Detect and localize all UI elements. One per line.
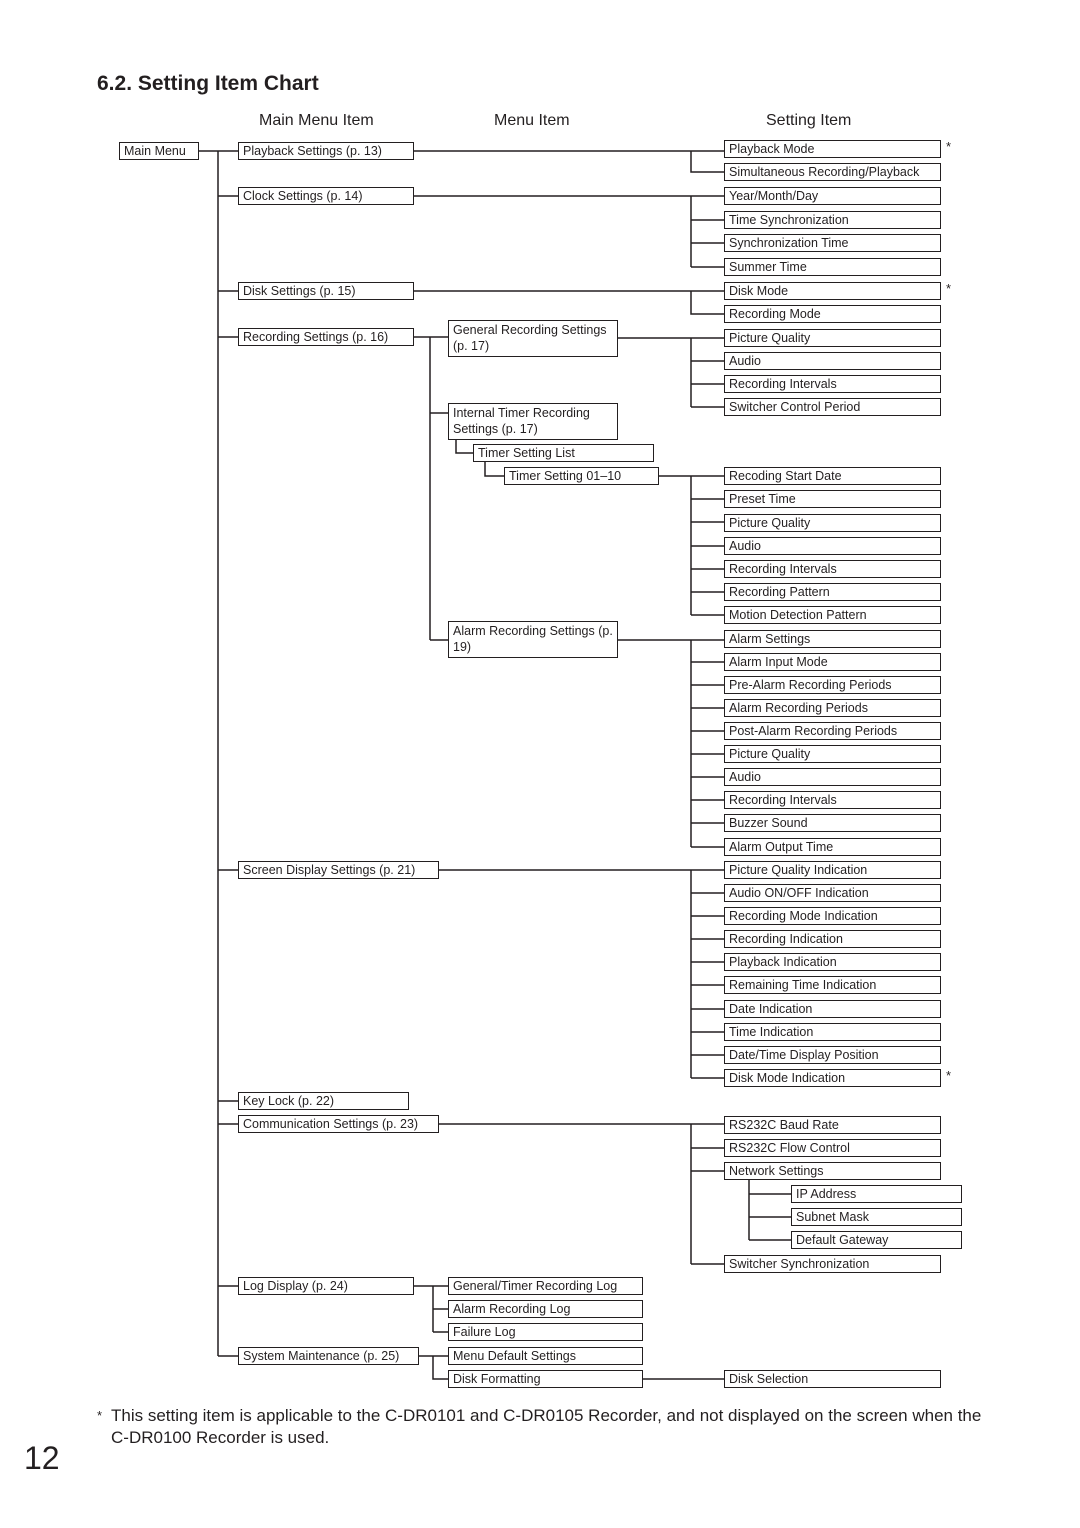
setting-item: Audio [724, 768, 941, 786]
setting-item: Recording Intervals [724, 560, 941, 578]
setting-item: Alarm Input Mode [724, 653, 941, 671]
menu-item: Failure Log [448, 1323, 643, 1341]
main-menu-item: Recording Settings (p. 16) [238, 328, 414, 346]
footnote-star-marker: * [946, 1068, 952, 1083]
setting-item: Recording Pattern [724, 583, 941, 601]
menu-item: Alarm Recording Settings (p. 19) [448, 621, 618, 658]
setting-item: Recoding Start Date [724, 467, 941, 485]
connector-lines [198, 150, 792, 1380]
setting-item: Picture Quality Indication [724, 861, 941, 879]
root-main-menu-box: Main Menu [119, 142, 199, 160]
setting-item: Pre-Alarm Recording Periods [724, 676, 941, 694]
main-menu-item: Playback Settings (p. 13) [238, 142, 414, 160]
menu-item: Internal Timer Recording Settings (p. 17… [448, 403, 618, 440]
connector [432, 1356, 448, 1380]
setting-item: Switcher Synchronization [724, 1255, 941, 1273]
menu-item: General/Timer Recording Log [448, 1277, 643, 1295]
connector [690, 291, 725, 315]
network-sub-item: Default Gateway [791, 1231, 962, 1249]
setting-item: Motion Detection Pattern [724, 606, 941, 624]
setting-item: Recording Indication [724, 930, 941, 948]
setting-item: Recording Mode Indication [724, 907, 941, 925]
main-menu-item: System Maintenance (p. 25) [238, 1347, 419, 1365]
setting-item: Picture Quality [724, 329, 941, 347]
menu-item: Alarm Recording Log [448, 1300, 643, 1318]
main-menu-item: Clock Settings (p. 14) [238, 187, 414, 205]
main-menu-item: Screen Display Settings (p. 21) [238, 861, 439, 879]
setting-item: RS232C Flow Control [724, 1139, 941, 1157]
main-menu-item: Key Lock (p. 22) [238, 1092, 409, 1110]
setting-item: Disk Mode [724, 282, 941, 300]
network-sub-item: Subnet Mask [791, 1208, 962, 1226]
main-menu-item: Disk Settings (p. 15) [238, 282, 414, 300]
setting-item: Alarm Recording Periods [724, 699, 941, 717]
footnote-star-marker: * [946, 281, 952, 296]
setting-item: Audio ON/OFF Indication [724, 884, 941, 902]
menu-item: General Recording Settings (p. 17) [448, 320, 618, 357]
footnote: * This setting item is applicable to the… [97, 1405, 997, 1449]
main-menu-item: Communication Settings (p. 23) [238, 1115, 439, 1133]
menu-item: Disk Formatting [448, 1370, 643, 1388]
setting-item: Audio [724, 537, 941, 555]
setting-item: Post-Alarm Recording Periods [724, 722, 941, 740]
setting-item: Recording Mode [724, 305, 941, 323]
connector [484, 462, 504, 477]
setting-item: Playback Mode [724, 140, 941, 158]
network-sub-item: IP Address [791, 1185, 962, 1203]
setting-item: Network Settings [724, 1162, 941, 1180]
setting-item: Recording Intervals [724, 375, 941, 393]
setting-item: Switcher Control Period [724, 398, 941, 416]
setting-item: Remaining Time Indication [724, 976, 941, 994]
setting-item: RS232C Baud Rate [724, 1116, 941, 1134]
footnote-text: This setting item is applicable to the C… [111, 1406, 982, 1447]
setting-item: Synchronization Time [724, 234, 941, 252]
setting-item: Time Synchronization [724, 211, 941, 229]
footnote-mark: * [97, 1408, 103, 1423]
menu-item: Menu Default Settings [448, 1347, 643, 1365]
menu-item: Timer Setting List [473, 444, 654, 462]
setting-item: Date/Time Display Position [724, 1046, 941, 1064]
main-menu-item: Log Display (p. 24) [238, 1277, 414, 1295]
page-number: 12 [24, 1440, 60, 1476]
setting-item: Alarm Settings [724, 630, 941, 648]
setting-item: Picture Quality [724, 745, 941, 763]
setting-item: Disk Selection [724, 1370, 941, 1388]
setting-item: Picture Quality [724, 514, 941, 532]
menu-item: Timer Setting 01–10 [504, 467, 659, 485]
setting-item: Date Indication [724, 1000, 941, 1018]
setting-item: Year/Month/Day [724, 187, 941, 205]
setting-item: Buzzer Sound [724, 814, 941, 832]
connector [690, 151, 725, 173]
setting-item: Preset Time [724, 490, 941, 508]
setting-item: Recording Intervals [724, 791, 941, 809]
setting-item: Summer Time [724, 258, 941, 276]
setting-item: Time Indication [724, 1023, 941, 1041]
setting-item: Simultaneous Recording/Playback [724, 163, 941, 181]
setting-item: Alarm Output Time [724, 838, 941, 856]
setting-item: Audio [724, 352, 941, 370]
setting-item: Playback Indication [724, 953, 941, 971]
footnote-star-marker: * [946, 139, 952, 154]
connector [455, 439, 473, 454]
setting-item: Disk Mode Indication [724, 1069, 941, 1087]
